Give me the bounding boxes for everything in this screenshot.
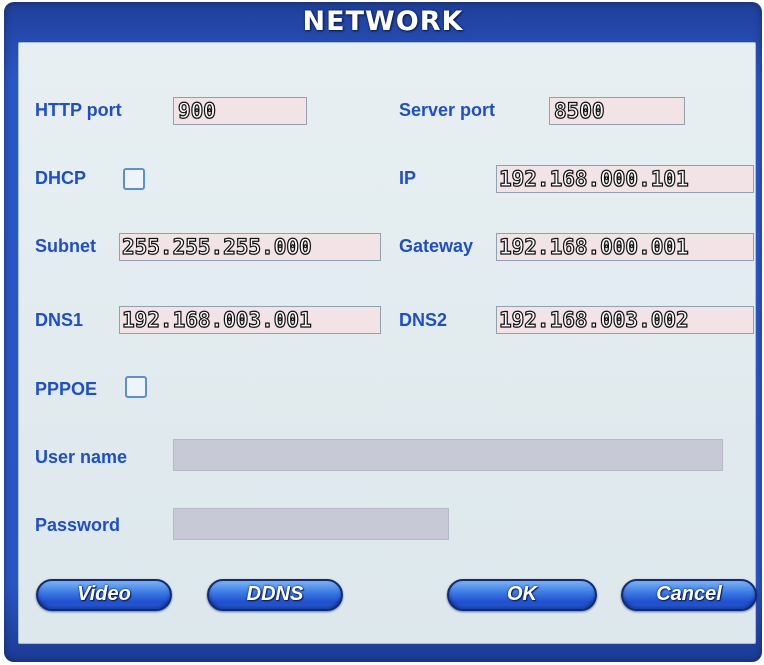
network-dialog: NETWORK HTTP port 900 Server port 8500 D…	[4, 2, 762, 662]
user-name-label: User name	[35, 447, 128, 467]
password-field[interactable]	[173, 508, 449, 540]
server-port-field[interactable]: 8500	[549, 97, 685, 125]
password-label: Password	[35, 515, 121, 535]
ip-field[interactable]: 192.168.000.101	[496, 165, 754, 193]
http-port-field[interactable]: 900	[173, 97, 307, 125]
gateway-field[interactable]: 192.168.000.001	[496, 233, 754, 261]
ok-button[interactable]: OK	[447, 579, 597, 611]
ip-label: IP	[399, 168, 417, 188]
dns1-field[interactable]: 192.168.003.001	[119, 306, 381, 334]
video-button[interactable]: Video	[36, 579, 172, 611]
gateway-label: Gateway	[399, 236, 474, 256]
dialog-title: NETWORK	[302, 6, 464, 37]
cancel-button[interactable]: Cancel	[621, 579, 757, 611]
server-port-value: 8500	[553, 98, 605, 123]
subnet-label: Subnet	[35, 236, 96, 256]
dns1-label: DNS1	[35, 310, 84, 330]
subnet-value: 255.255.255.000	[121, 234, 312, 259]
settings-panel: HTTP port 900 Server port 8500 DHCP IP 1…	[18, 42, 757, 644]
dns2-label: DNS2	[399, 310, 448, 330]
http-port-value: 900	[177, 98, 216, 123]
dns2-value: 192.168.003.002	[498, 307, 689, 332]
ip-value: 192.168.000.101	[498, 166, 689, 191]
http-port-label: HTTP port	[35, 100, 122, 120]
dhcp-checkbox[interactable]	[123, 168, 145, 190]
pppoe-checkbox[interactable]	[125, 376, 147, 398]
dhcp-label: DHCP	[35, 168, 87, 188]
dns2-field[interactable]: 192.168.003.002	[496, 306, 754, 334]
user-name-field[interactable]	[173, 439, 723, 471]
dns1-value: 192.168.003.001	[121, 307, 312, 332]
subnet-field[interactable]: 255.255.255.000	[119, 233, 381, 261]
server-port-label: Server port	[399, 100, 496, 120]
ddns-button[interactable]: DDNS	[207, 579, 343, 611]
pppoe-label: PPPOE	[35, 379, 98, 399]
gateway-value: 192.168.000.001	[498, 234, 689, 259]
